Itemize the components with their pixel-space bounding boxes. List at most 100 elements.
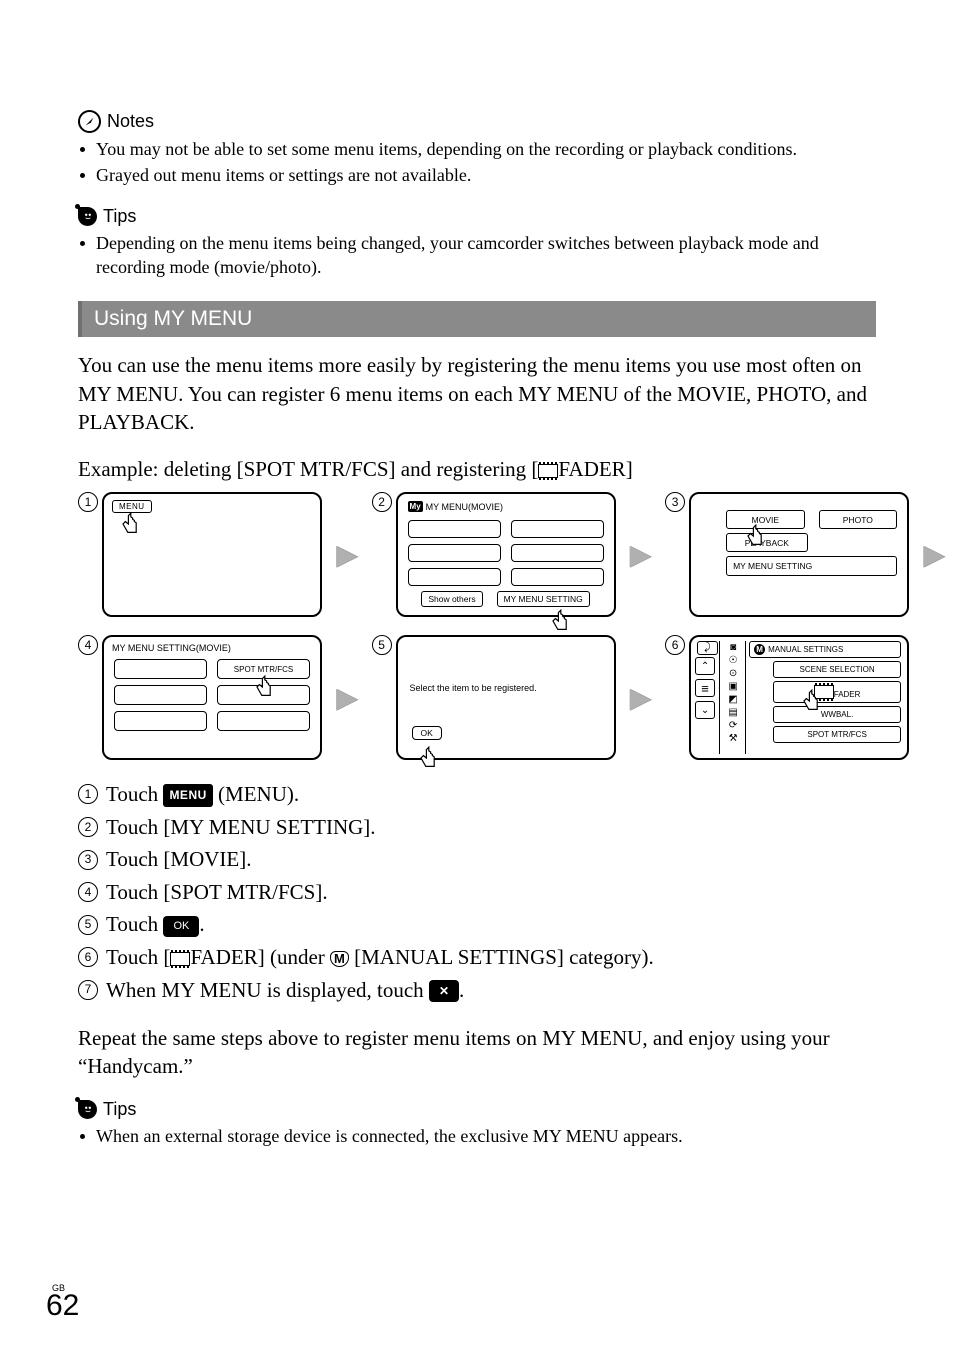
empty-slot <box>114 685 207 705</box>
tips-item: When an external storage device is conne… <box>78 1124 876 1148</box>
notes-heading-text: Notes <box>107 111 154 132</box>
step-7: 7 When MY MENU is displayed, touch ✕. <box>78 974 876 1007</box>
screen-2-grid <box>408 520 604 586</box>
fader-item: FADER <box>773 681 901 703</box>
nav-list-icon <box>695 679 715 697</box>
page-number: GB 62 <box>46 1283 79 1323</box>
page-num: 62 <box>46 1289 79 1322</box>
step-text: Touch <box>106 912 163 936</box>
category-icon: ⊙ <box>729 669 737 679</box>
category-icon: ⟳ <box>729 721 737 731</box>
notes-list: You may not be able to set some menu ite… <box>78 137 876 188</box>
category-icons: ◙ ☉ ⊙ ▣ ◩ ▤ ⟳ ⚒ <box>721 641 746 754</box>
show-others-button: Show others <box>421 591 482 607</box>
tips-heading: Tips <box>78 206 876 227</box>
section-title: Using MY MENU <box>78 301 876 337</box>
spot-mtr-fcs-item: SPOT MTR/FCS <box>773 726 901 743</box>
empty-slot <box>217 711 310 731</box>
step-number: 6 <box>78 947 98 967</box>
step-badge-2: 2 <box>372 492 392 512</box>
arrow-right-icon: ▶ <box>336 538 358 572</box>
step-number: 1 <box>78 784 98 804</box>
tips-list: Depending on the menu items being change… <box>78 231 876 280</box>
step-number: 5 <box>78 915 98 935</box>
my-menu-setting-option: MY MENU SETTING <box>726 556 897 576</box>
movie-strip-icon <box>170 952 190 966</box>
repeat-text: Repeat the same steps above to register … <box>78 1024 876 1081</box>
photo-option: PHOTO <box>819 510 898 529</box>
tips-icon <box>78 1100 97 1119</box>
tips-item: Depending on the menu items being change… <box>78 231 876 280</box>
step-number: 3 <box>78 850 98 870</box>
hand-cursor-icon <box>745 524 769 554</box>
hand-cursor-icon <box>120 512 144 542</box>
movie-strip-icon <box>538 464 558 478</box>
hand-cursor-icon <box>418 746 442 776</box>
step-3: 3 Touch [MOVIE]. <box>78 843 876 876</box>
figures-row-1: 1 MENU ▶ 2 My MY MENU(MOVIE) <box>78 492 876 617</box>
manual-settings-heading: M MANUAL SETTINGS <box>749 641 901 658</box>
tips-heading-text: Tips <box>103 206 136 227</box>
ok-badge: OK <box>163 916 199 937</box>
figure-5: 5 Select the item to be registered. OK <box>372 635 616 760</box>
arrow-right-icon: ▶ <box>923 538 945 572</box>
step-list: 1 Touch MENU (MENU). 2 Touch [MY MENU SE… <box>78 778 876 1006</box>
tips-heading-text: Tips <box>103 1099 136 1120</box>
manual-settings-text: MANUAL SETTINGS <box>768 645 843 654</box>
arrow-right-icon: ▶ <box>336 681 358 715</box>
category-icon: ▣ <box>728 682 737 692</box>
figure-3: 3 MOVIE PHOTO PLAYBACK MY MENU SETTING <box>665 492 909 617</box>
step-text: Touch [MY MENU SETTING]. <box>106 811 376 844</box>
tips-list-2: When an external storage device is conne… <box>78 1124 876 1148</box>
step-text: . <box>459 978 464 1002</box>
notes-item: Grayed out menu items or settings are no… <box>78 163 876 187</box>
notes-icon <box>78 110 101 133</box>
step-5: 5 Touch OK. <box>78 908 876 941</box>
example-suffix: FADER] <box>558 457 632 481</box>
step-number: 4 <box>78 882 98 902</box>
my-menu-setting-button: MY MENU SETTING <box>497 591 590 607</box>
nav-down-icon: ⌄ <box>695 701 715 719</box>
step-text: [MANUAL SETTINGS] category). <box>349 945 654 969</box>
screen-4-title: MY MENU SETTING(MOVIE) <box>112 643 231 653</box>
screen-2-title-text: MY MENU(MOVIE) <box>426 502 503 512</box>
step-text: Touch [MOVIE]. <box>106 843 252 876</box>
step-4: 4 Touch [SPOT MTR/FCS]. <box>78 876 876 909</box>
figure-4: 4 MY MENU SETTING(MOVIE) SPOT MTR/FCS <box>78 635 322 760</box>
category-icon: ☉ <box>729 656 738 666</box>
screen-2-buttons: Show others MY MENU SETTING <box>408 591 604 607</box>
empty-slot <box>511 544 604 562</box>
empty-slot <box>511 520 604 538</box>
menu-badge: MENU <box>163 784 212 807</box>
empty-slot <box>114 711 207 731</box>
step-text: (MENU). <box>213 782 299 806</box>
figure-1: 1 MENU <box>78 492 322 617</box>
step-badge-1: 1 <box>78 492 98 512</box>
my-badge-icon: My <box>408 501 423 512</box>
empty-slot <box>114 659 207 679</box>
example-prefix: Example: deleting [SPOT MTR/FCS] and reg… <box>78 457 538 481</box>
m-chip-icon: M <box>330 951 349 967</box>
screen-5-text: Select the item to be registered. <box>410 683 602 693</box>
wbal-item: WWBAL. <box>773 706 901 723</box>
arrow-right-icon: ▶ <box>630 538 652 572</box>
ok-button: OK <box>412 726 442 740</box>
nav-up-icon: ⌃ <box>695 657 715 675</box>
scene-selection-item: SCENE SELECTION <box>773 661 901 678</box>
screen-6: ⤸ ⌃ ⌄ ◙ ☉ ⊙ ▣ ◩ ▤ ⟳ ⚒ <box>689 635 909 760</box>
category-icon: ◩ <box>728 695 737 705</box>
fader-text: FADER <box>834 690 861 699</box>
step-text: When MY MENU is displayed, touch <box>106 978 429 1002</box>
category-icon: ◙ <box>730 643 736 653</box>
step-1: 1 Touch MENU (MENU). <box>78 778 876 811</box>
screen-4: MY MENU SETTING(MOVIE) SPOT MTR/FCS <box>102 635 322 760</box>
notes-item: You may not be able to set some menu ite… <box>78 137 876 161</box>
close-badge: ✕ <box>429 980 459 1003</box>
figures-row-2: 4 MY MENU SETTING(MOVIE) SPOT MTR/FCS ▶ … <box>78 635 876 760</box>
screen-1: MENU <box>102 492 322 617</box>
step-text: Touch <box>106 782 163 806</box>
screen-3: MOVIE PHOTO PLAYBACK MY MENU SETTING <box>689 492 909 617</box>
screen-2-title: My MY MENU(MOVIE) <box>408 501 503 512</box>
empty-slot <box>408 520 501 538</box>
step-badge-4: 4 <box>78 635 98 655</box>
